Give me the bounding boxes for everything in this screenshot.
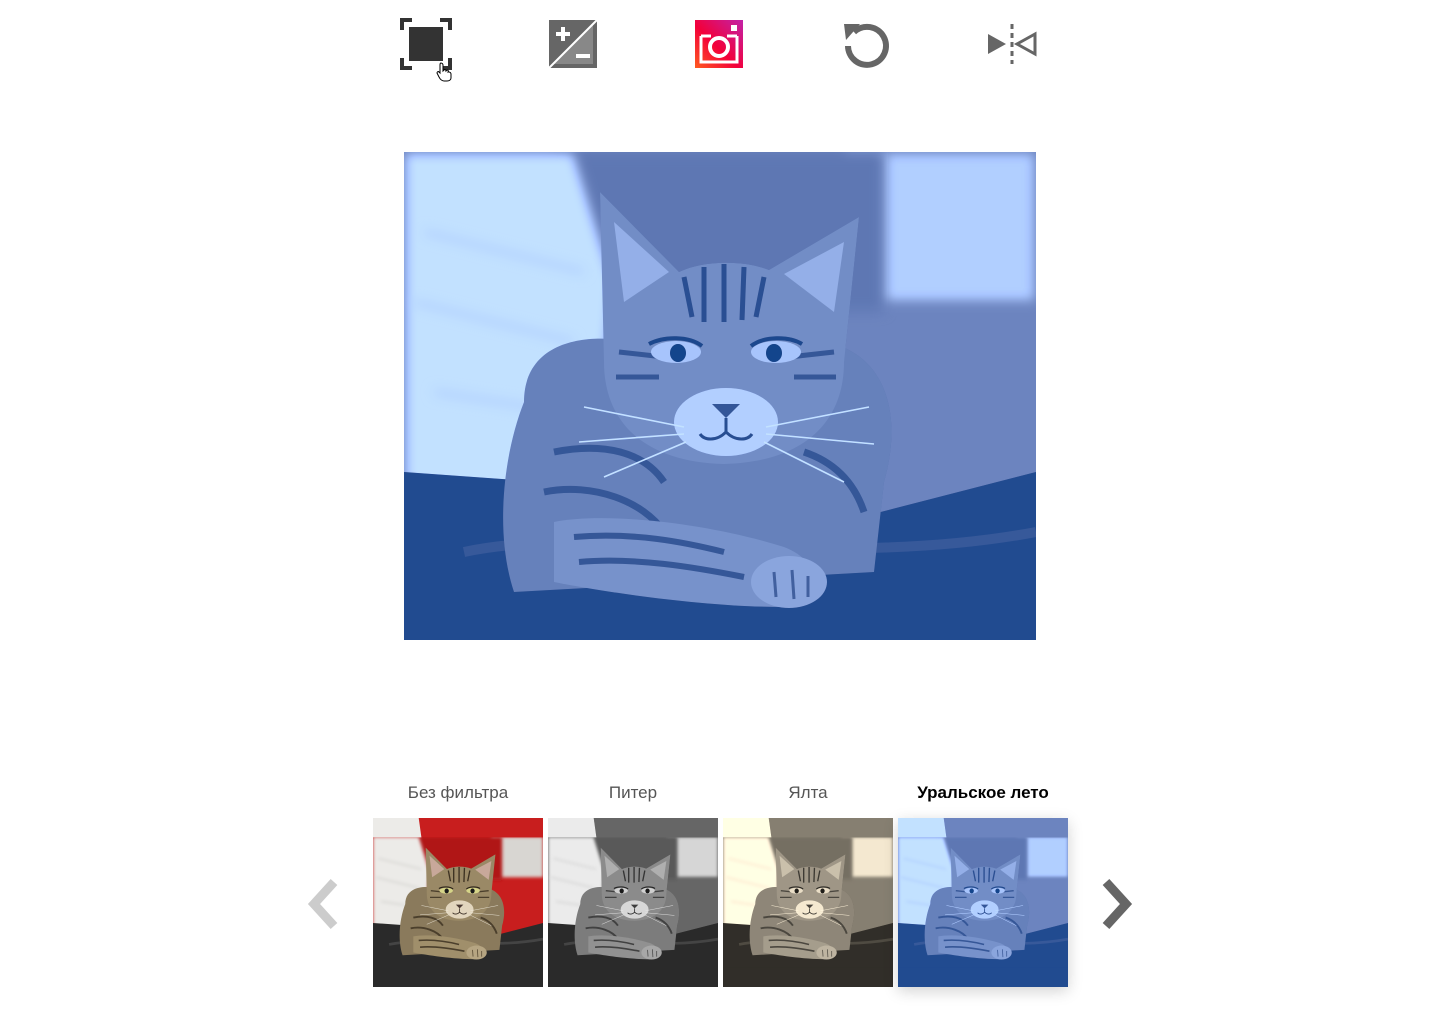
crop-button[interactable] bbox=[400, 18, 452, 70]
main-photo-preview bbox=[404, 152, 1036, 640]
filter-thumbnail bbox=[723, 818, 893, 987]
editor-toolbar bbox=[400, 18, 1040, 72]
rotate-button[interactable] bbox=[840, 18, 892, 70]
filters-strip: Без фильтра Питер Ялта Уральское лето bbox=[373, 778, 1073, 990]
filter-label: Без фильтра bbox=[407, 783, 509, 802]
rotate-left-icon bbox=[844, 23, 889, 68]
filter-label: Уральское лето bbox=[917, 783, 1049, 802]
chevron-right-icon bbox=[1102, 878, 1133, 930]
crop-fullscreen-icon bbox=[400, 18, 452, 70]
filter-yalta[interactable]: Ялта bbox=[723, 778, 893, 988]
flip-horizontal-icon bbox=[988, 24, 1037, 64]
exposure-button[interactable] bbox=[547, 18, 599, 70]
filter-thumbnail bbox=[898, 818, 1068, 987]
filter-none[interactable]: Без фильтра bbox=[373, 778, 543, 988]
filters-prev-button[interactable] bbox=[304, 876, 344, 932]
filter-label: Ялта bbox=[788, 783, 828, 802]
filter-thumbnail bbox=[373, 818, 543, 987]
chevron-left-icon bbox=[307, 878, 338, 930]
flip-button[interactable] bbox=[986, 18, 1038, 70]
filter-thumbnail bbox=[548, 818, 718, 987]
instagram-filter-icon bbox=[695, 20, 743, 68]
filter-uralskoe-leto[interactable]: Уральское лето bbox=[898, 778, 1068, 988]
filter-label: Питер bbox=[608, 783, 658, 802]
exposure-plus-minus-icon bbox=[548, 19, 598, 69]
filter-piter[interactable]: Питер bbox=[548, 778, 718, 988]
photo-editor: Без фильтра Питер Ялта Уральское лето bbox=[0, 0, 1440, 1024]
instagram-filter-button[interactable] bbox=[693, 18, 745, 70]
filters-next-button[interactable] bbox=[1096, 876, 1136, 932]
